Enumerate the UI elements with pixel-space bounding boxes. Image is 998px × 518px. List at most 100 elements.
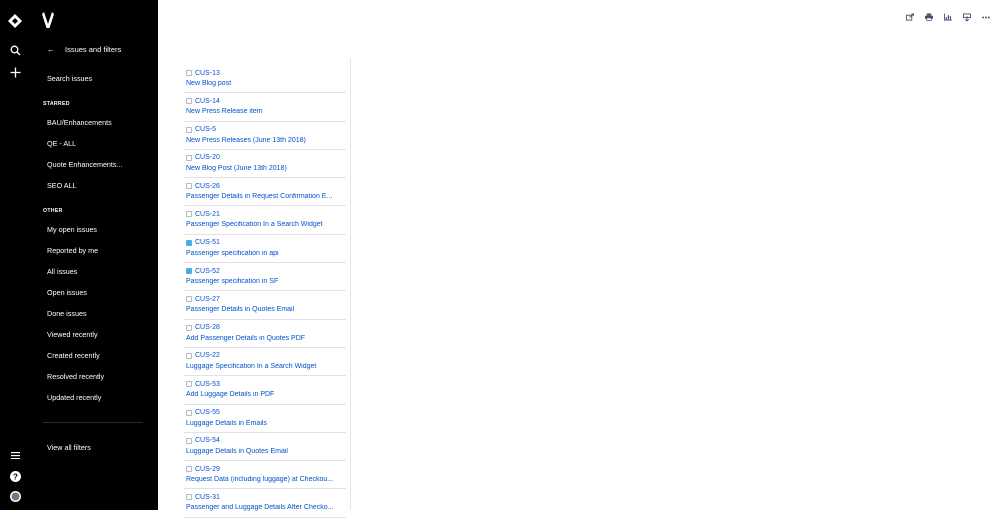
filter-reported-by-me[interactable]: Reported by me bbox=[47, 246, 98, 255]
issue-summary[interactable]: Add Luggage Details in PDF bbox=[186, 391, 346, 398]
issue-key[interactable]: CUS-22 bbox=[195, 352, 220, 359]
issue-summary[interactable]: Add Passenger Details in Quotes PDF bbox=[186, 335, 346, 342]
issue-row[interactable]: CUS-21 Passenger Specification In a Sear… bbox=[184, 206, 346, 235]
issue-row[interactable]: CUS-51 Passenger specification in api bbox=[184, 235, 346, 264]
issue-row[interactable]: CUS-5 New Press Releases (June 13th 2018… bbox=[184, 122, 346, 150]
issue-header: CUS-14 bbox=[186, 96, 346, 106]
issue-row[interactable]: CUS-26 Passenger Details in Request Conf… bbox=[184, 178, 346, 207]
issue-key[interactable]: CUS-20 bbox=[195, 154, 220, 161]
issue-row[interactable]: CUS-55 Luggage Details in Emails bbox=[184, 405, 346, 433]
v-logo-icon[interactable] bbox=[42, 12, 56, 30]
jira-logo-icon[interactable] bbox=[0, 12, 30, 30]
issue-key[interactable]: CUS-28 bbox=[195, 324, 220, 331]
search-icon[interactable] bbox=[0, 44, 30, 56]
filter-viewed-recently[interactable]: Viewed recently bbox=[47, 330, 98, 339]
filter-my-open-issues[interactable]: My open issues bbox=[47, 225, 97, 234]
svg-text:?: ? bbox=[13, 472, 18, 481]
task-type-icon bbox=[186, 126, 192, 133]
issue-row[interactable]: CUS-52 Passenger specification in SF bbox=[184, 263, 346, 292]
filter-bau-enhancements[interactable]: BAU/Enhancements bbox=[47, 118, 112, 127]
issue-key[interactable]: CUS-26 bbox=[195, 183, 220, 190]
issue-summary[interactable]: New Blog post bbox=[186, 80, 346, 87]
issue-row[interactable]: CUS-14 New Press Release item bbox=[184, 93, 346, 122]
issue-key[interactable]: CUS-27 bbox=[195, 296, 220, 303]
issue-key[interactable]: CUS-29 bbox=[195, 466, 220, 473]
issue-header: CUS-5 bbox=[186, 125, 346, 135]
print-icon[interactable] bbox=[925, 12, 933, 22]
issue-row[interactable]: CUS-54 Luggage Details in Quotes Email bbox=[184, 433, 346, 462]
issue-key[interactable]: CUS-52 bbox=[195, 268, 220, 275]
filter-seo-all[interactable]: SEO ALL bbox=[47, 181, 77, 190]
more-icon[interactable] bbox=[982, 12, 990, 22]
help-icon[interactable]: ? bbox=[0, 470, 30, 482]
starred-heading: STARRED bbox=[43, 101, 70, 107]
issue-row[interactable]: CUS-31 Passenger and Luggage Details Aft… bbox=[184, 489, 346, 518]
filter-qe-all[interactable]: QE - ALL bbox=[47, 139, 76, 148]
task-type-icon bbox=[186, 211, 192, 218]
task-type-icon bbox=[186, 466, 192, 473]
issue-row[interactable]: CUS-20 New Blog Post (June 13th 2018) bbox=[184, 150, 346, 179]
task-type-icon bbox=[186, 98, 192, 105]
issue-summary[interactable]: New Press Releases (June 13th 2018) bbox=[186, 137, 346, 144]
issue-header: CUS-54 bbox=[186, 436, 346, 446]
global-nav: ? bbox=[0, 0, 30, 510]
issue-summary[interactable]: Passenger Details in Quotes Email bbox=[186, 306, 346, 313]
issue-summary[interactable]: Passenger Specification In a Search Widg… bbox=[186, 221, 346, 228]
issue-key[interactable]: CUS-13 bbox=[195, 70, 220, 77]
issue-summary[interactable]: New Press Release item bbox=[186, 108, 346, 115]
issue-key[interactable]: CUS-14 bbox=[195, 98, 220, 105]
issue-summary[interactable]: Luggage Details in Emails bbox=[186, 420, 346, 427]
issue-summary[interactable]: Passenger specification in api bbox=[186, 250, 346, 257]
filter-all-issues[interactable]: All issues bbox=[47, 267, 77, 276]
plus-icon[interactable] bbox=[0, 66, 30, 78]
side-panel-title: Issues and filters bbox=[65, 45, 122, 54]
filter-done-issues[interactable]: Done issues bbox=[47, 309, 87, 318]
issue-header: CUS-13 bbox=[186, 68, 346, 78]
task-type-icon bbox=[186, 409, 192, 416]
issue-key[interactable]: CUS-53 bbox=[195, 381, 220, 388]
issue-row[interactable]: CUS-13 New Blog post bbox=[184, 65, 346, 94]
issue-summary[interactable]: Passenger Details in Request Confirmatio… bbox=[186, 193, 346, 200]
issue-row[interactable]: CUS-28 Add Passenger Details in Quotes P… bbox=[184, 320, 346, 348]
issue-key[interactable]: CUS-5 bbox=[195, 126, 216, 133]
task-type-icon bbox=[186, 437, 192, 444]
issue-row[interactable]: CUS-29 Request Data (including luggage) … bbox=[184, 461, 346, 490]
issue-header: CUS-27 bbox=[186, 294, 346, 304]
side-panel-divider bbox=[43, 422, 143, 423]
share-icon[interactable] bbox=[906, 12, 914, 22]
issue-row[interactable]: CUS-27 Passenger Details in Quotes Email bbox=[184, 291, 346, 320]
issue-header: CUS-21 bbox=[186, 209, 346, 219]
view-all-filters-link[interactable]: View all filters bbox=[47, 443, 91, 452]
chart-icon[interactable] bbox=[944, 12, 952, 22]
issue-header: CUS-22 bbox=[186, 351, 346, 361]
issue-summary[interactable]: New Blog Post (June 13th 2018) bbox=[186, 165, 346, 172]
filter-updated-recently[interactable]: Updated recently bbox=[47, 393, 101, 402]
issue-summary[interactable]: Request Data (including luggage) at Chec… bbox=[186, 476, 346, 483]
issue-key[interactable]: CUS-55 bbox=[195, 409, 220, 416]
issue-key[interactable]: CUS-31 bbox=[195, 494, 220, 501]
issue-header: CUS-20 bbox=[186, 153, 346, 163]
issue-header: CUS-53 bbox=[186, 379, 346, 389]
issue-summary[interactable]: Passenger and Luggage Details After Chec… bbox=[186, 504, 346, 511]
search-issues-link[interactable]: Search issues bbox=[47, 74, 92, 83]
issue-row[interactable]: CUS-22 Luggage Specification In a Search… bbox=[184, 348, 346, 377]
export-icon[interactable] bbox=[963, 12, 971, 22]
issue-header: CUS-26 bbox=[186, 181, 346, 191]
story-type-icon bbox=[186, 268, 192, 275]
filter-resolved-recently[interactable]: Resolved recently bbox=[47, 372, 104, 381]
issue-summary[interactable]: Passenger specification in SF bbox=[186, 278, 346, 285]
filter-open-issues[interactable]: Open issues bbox=[47, 288, 87, 297]
task-type-icon bbox=[186, 296, 192, 303]
issue-row[interactable]: CUS-53 Add Luggage Details in PDF bbox=[184, 376, 346, 405]
issue-summary[interactable]: Luggage Specification In a Search Widget bbox=[186, 363, 346, 370]
filter-created-recently[interactable]: Created recently bbox=[47, 351, 100, 360]
issue-key[interactable]: CUS-51 bbox=[195, 239, 220, 246]
issue-key[interactable]: CUS-21 bbox=[195, 211, 220, 218]
menu-icon[interactable] bbox=[0, 450, 30, 460]
issue-key[interactable]: CUS-54 bbox=[195, 437, 220, 444]
avatar[interactable] bbox=[0, 490, 30, 502]
back-to-issues[interactable]: ← Issues and filters bbox=[47, 45, 121, 54]
issue-summary[interactable]: Luggage Details in Quotes Email bbox=[186, 448, 346, 455]
back-arrow-icon[interactable]: ← bbox=[47, 45, 55, 54]
filter-quote-enhancements[interactable]: Quote Enhancements... bbox=[47, 160, 123, 169]
